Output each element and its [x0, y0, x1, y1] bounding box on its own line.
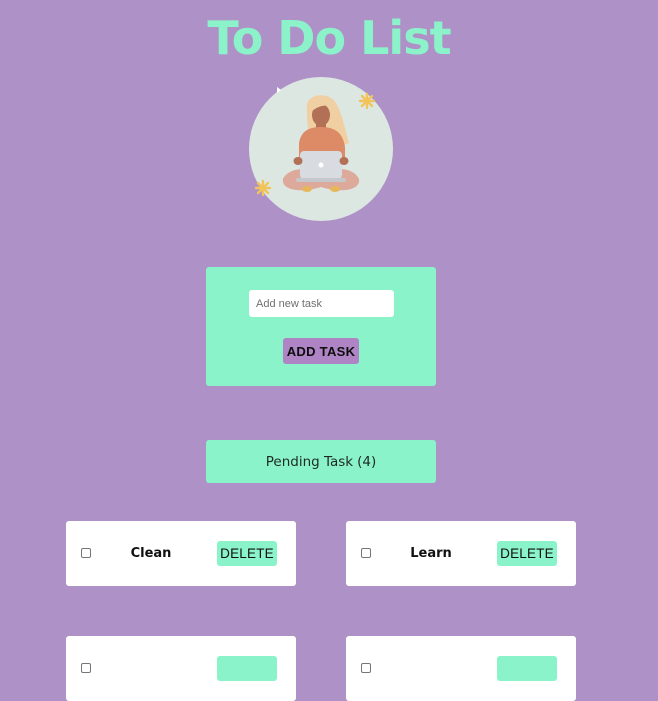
task-card: Clean DELETE [66, 521, 296, 586]
task-card [346, 636, 576, 701]
add-task-panel: ADD TASK [206, 267, 436, 386]
task-card [66, 636, 296, 701]
task-complete-checkbox[interactable] [81, 663, 91, 673]
task-card: Learn DELETE [346, 521, 576, 586]
task-name [386, 636, 476, 701]
delete-task-button[interactable] [497, 656, 557, 681]
task-complete-checkbox[interactable] [361, 548, 371, 558]
task-name [106, 636, 196, 701]
pending-task-count: (4) [357, 453, 377, 470]
new-task-input[interactable] [249, 290, 394, 317]
add-task-button[interactable]: ADD TASK [283, 338, 359, 364]
delete-task-button[interactable] [217, 656, 277, 681]
woman-laptop-avatar-icon [249, 77, 393, 221]
pending-task-label: Pending Task [265, 453, 354, 470]
page-title: To Do List [207, 11, 451, 65]
delete-task-button[interactable]: DELETE [217, 541, 277, 566]
delete-task-button[interactable]: DELETE [497, 541, 557, 566]
task-name: Learn [410, 546, 452, 561]
task-complete-checkbox[interactable] [81, 548, 91, 558]
pending-task-counter: Pending Task (4) [206, 440, 436, 483]
task-complete-checkbox[interactable] [361, 663, 371, 673]
task-name: Clean [130, 546, 172, 561]
